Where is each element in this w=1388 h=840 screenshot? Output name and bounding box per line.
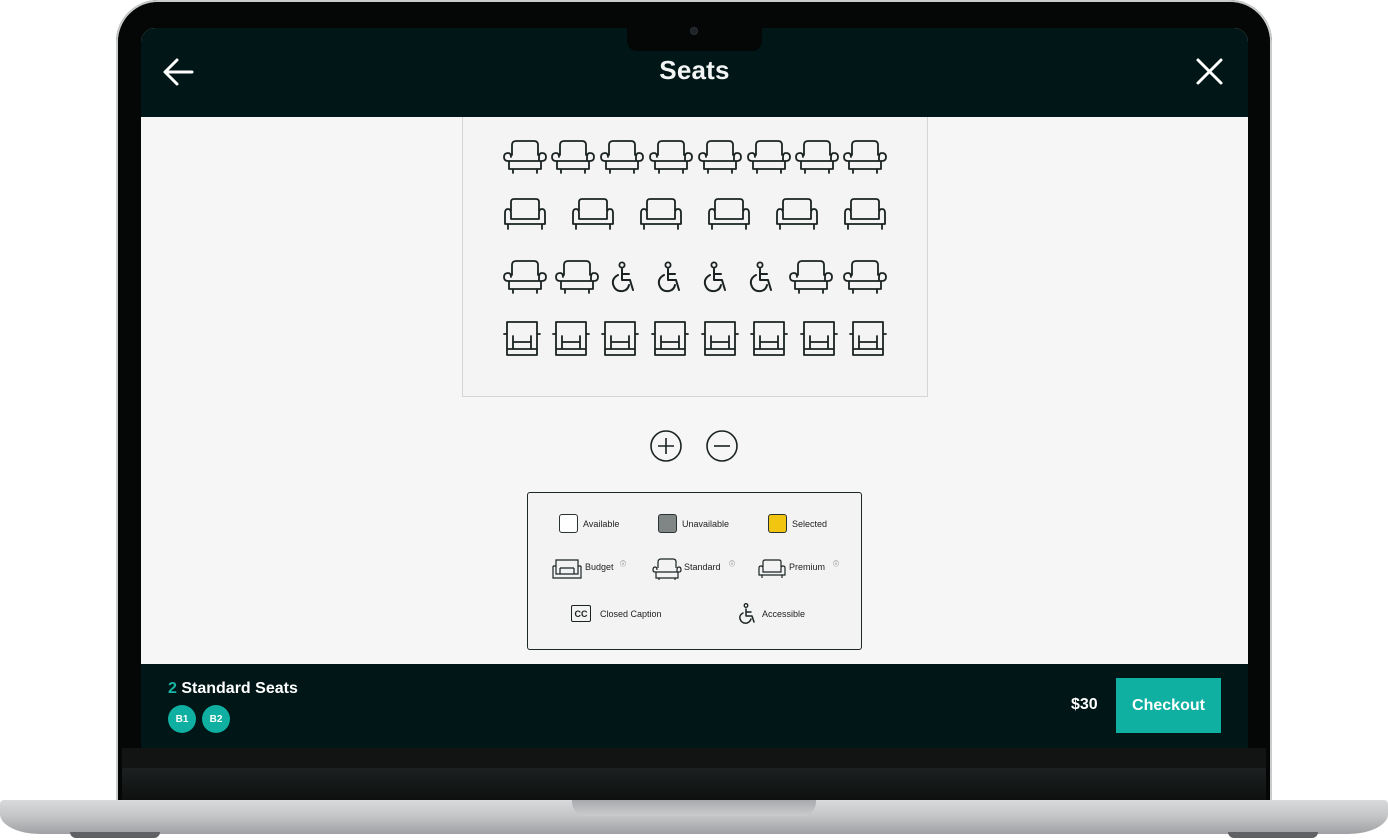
premium-seat[interactable]	[571, 197, 615, 231]
budget-seat[interactable]	[552, 319, 590, 357]
closed-caption-icon: CC	[571, 605, 591, 622]
standard-seat[interactable]	[795, 139, 839, 175]
seat-count-number: 2	[168, 680, 177, 697]
accessible-seat[interactable]	[611, 261, 639, 295]
standard-seat[interactable]	[503, 139, 547, 175]
premium-seat-icon	[758, 559, 786, 578]
accessible-seat[interactable]	[749, 261, 777, 295]
laptop-foot-left	[70, 832, 160, 838]
standard-seat[interactable]	[698, 139, 742, 175]
budget-seat[interactable]	[601, 319, 639, 357]
zoom-in-icon	[650, 430, 682, 462]
budget-seat[interactable]	[849, 319, 887, 357]
close-icon	[1196, 58, 1223, 85]
camera-icon	[690, 27, 698, 35]
budget-info-icon[interactable]: ⓘ	[620, 559, 626, 568]
laptop-foot-right	[1228, 832, 1318, 838]
legend-premium-label: Premium	[789, 562, 826, 572]
standard-seat-icon	[652, 558, 682, 580]
standard-info-icon[interactable]: ⓘ	[729, 559, 735, 568]
seat-legend: Available Unavailable Selected Budget ⓘ …	[527, 492, 862, 650]
page-title: Seats	[659, 55, 730, 85]
budget-seat[interactable]	[750, 319, 788, 357]
legend-available-label: Available	[583, 519, 620, 529]
selected-seat-chip[interactable]: B2	[202, 705, 230, 733]
budget-seat[interactable]	[701, 319, 739, 357]
seat-count-label: Standard Seats	[181, 680, 298, 697]
legend-unavailable-label: Unavailable	[682, 519, 730, 529]
legend-standard-label: Standard	[684, 562, 721, 572]
premium-seat[interactable]	[843, 197, 887, 231]
standard-seat[interactable]	[843, 259, 887, 295]
checkout-bar: 2 Standard Seats B1 B2 $30 Checkout	[141, 664, 1248, 748]
standard-seat[interactable]	[503, 259, 547, 295]
available-swatch	[559, 514, 578, 533]
legend-selected-label: Selected	[792, 519, 828, 529]
total-price: $30	[1071, 696, 1098, 713]
premium-seat[interactable]	[639, 197, 683, 231]
budget-seat-icon	[552, 559, 582, 579]
standard-seat[interactable]	[600, 139, 644, 175]
seat-map	[462, 117, 928, 397]
premium-seat[interactable]	[707, 197, 751, 231]
checkout-button[interactable]: Checkout	[1116, 678, 1221, 733]
premium-info-icon[interactable]: ⓘ	[833, 559, 839, 568]
seat-count: 2 Standard Seats	[168, 680, 298, 698]
standard-seat[interactable]	[789, 259, 833, 295]
zoom-in-button[interactable]	[650, 430, 682, 462]
standard-seat[interactable]	[551, 139, 595, 175]
standard-seat[interactable]	[843, 139, 887, 175]
selected-seat-chip[interactable]: B1	[168, 705, 196, 733]
accessible-seat[interactable]	[703, 261, 731, 295]
laptop-hinge	[122, 768, 1266, 800]
closed-caption-badge-text: CC	[574, 608, 588, 619]
app-screen: Seats Available Unavailable Selected Bud…	[141, 28, 1248, 748]
standard-seat[interactable]	[555, 259, 599, 295]
premium-seat[interactable]	[775, 197, 819, 231]
unavailable-swatch	[658, 514, 677, 533]
close-button[interactable]	[1191, 54, 1227, 90]
premium-seat[interactable]	[503, 197, 547, 231]
budget-seat[interactable]	[503, 319, 541, 357]
legend-budget-label: Budget	[585, 562, 614, 572]
standard-seat[interactable]	[649, 139, 693, 175]
zoom-out-icon	[706, 430, 738, 462]
budget-seat[interactable]	[800, 319, 838, 357]
legend-accessible-label: Accessible	[762, 609, 806, 619]
zoom-out-button[interactable]	[706, 430, 738, 462]
legend-closed-caption-label: Closed Caption	[600, 609, 662, 619]
budget-seat[interactable]	[651, 319, 689, 357]
standard-seat[interactable]	[747, 139, 791, 175]
selected-swatch	[768, 514, 787, 533]
laptop-opening-notch	[572, 800, 816, 816]
accessible-seat[interactable]	[657, 261, 685, 295]
accessible-icon	[739, 603, 755, 624]
